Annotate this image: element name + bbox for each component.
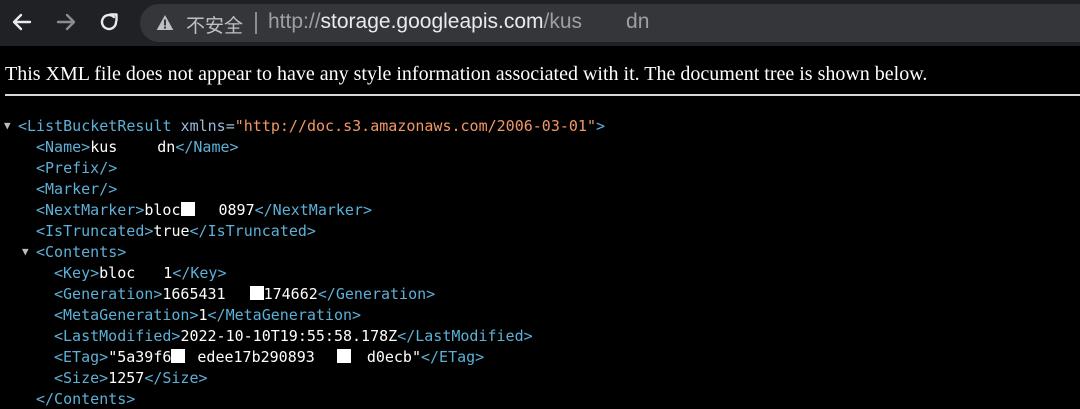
redaction-block [336,349,351,363]
arrow-right-icon [56,13,76,31]
style-info-message: This XML file does not appear to have an… [5,63,928,85]
name-value-end: dn [157,138,176,156]
etag-value-start: "5a39f6 [108,348,172,366]
redaction-block [180,202,195,216]
size-tag-close: </Size> [144,369,208,387]
size-tag-open: <Size> [54,369,109,387]
contents-tag-close: </Contents> [36,390,136,408]
address-bar[interactable]: 不安全 http://storage.googleapis.com/kus dn [140,4,1080,42]
xml-generation-line: <Generation>1665431 174662</Generation> [54,284,435,304]
istruncated-tag-close: </IsTruncated> [189,222,316,240]
xml-key-line: <Key>bloc 1</Key> [54,263,227,283]
xml-contents-open-line: <Contents> [36,242,126,262]
reload-button[interactable] [93,6,125,38]
reload-icon [100,13,118,31]
size-value: 1257 [108,369,145,387]
key-tag-open: <Key> [54,264,100,282]
etag-value-end: d0ecb" [366,348,421,366]
arrow-left-icon [12,13,32,31]
etag-tag-open: <ETag> [54,348,109,366]
nextmarker-tag-close: </NextMarker> [254,201,373,219]
omnibox-divider [255,12,257,34]
back-button[interactable] [6,6,38,38]
nextmarker-value-start: bloc [144,201,181,219]
xml-root-open-line: <ListBucketResult xmlns="http://doc.s3.a… [18,116,605,136]
collapse-contents-toggle[interactable]: ▼ [22,242,34,262]
name-value-start: kus [90,138,118,156]
browser-toolbar: 不安全 http://storage.googleapis.com/kus dn [0,0,1080,46]
url-scheme: http:// [268,10,321,33]
xml-name-line: <Name>kus dn</Name> [36,137,239,157]
info-divider [5,94,1080,96]
nextmarker-tag-open: <NextMarker> [36,201,145,219]
xml-prefix-line: <Prefix/> [36,158,117,178]
xml-etag-line: <ETag>"5a39f6 edee17b290893 d0ecb"</ETag> [54,347,484,367]
key-value-start: bloc [99,264,136,282]
lastmodified-tag-open: <LastModified> [54,327,181,345]
redaction-block [249,286,264,300]
xml-metageneration-line: <MetaGeneration>1</MetaGeneration> [54,305,361,325]
metageneration-tag-open: <MetaGeneration> [54,306,199,324]
xml-marker-line: <Marker/> [36,179,117,199]
root-tag-bracket: > [595,117,606,135]
generation-value-end: 174662 [263,285,318,303]
generation-value-start: 1665431 [162,285,226,303]
name-tag-open: <Name> [36,138,91,156]
lastmodified-tag-close: </LastModified> [397,327,533,345]
warning-triangle-icon[interactable] [156,14,174,31]
etag-tag-close: </ETag> [421,348,485,366]
xml-istruncated-line: <IsTruncated>true</IsTruncated> [36,221,316,241]
url-path-end: dn [626,10,650,33]
xml-viewer: This XML file does not appear to have an… [0,46,1080,408]
prefix-tag: <Prefix/> [36,159,118,177]
etag-value-mid: edee17b290893 [197,348,315,366]
contents-tag-open: <Contents> [36,243,127,261]
root-attr-value: "http://doc.s3.amazonaws.com/2006-03-01" [234,117,596,135]
marker-tag: <Marker/> [36,180,118,198]
xml-contents-close-line: </Contents> [36,389,135,409]
root-attr-name: xmlns= [171,117,235,135]
url-host: storage.googleapis.com [320,10,544,33]
name-tag-close: </Name> [175,138,239,156]
key-value-end: 1 [163,264,173,282]
istruncated-value: true [153,222,190,240]
metageneration-value: 1 [198,306,208,324]
xml-size-line: <Size>1257</Size> [54,368,208,388]
key-tag-close: </Key> [172,264,227,282]
metageneration-tag-close: </MetaGeneration> [207,306,362,324]
xml-lastmodified-line: <LastModified>2022-10-10T19:55:58.178Z</… [54,326,533,346]
root-tag-open: <ListBucketResult [18,117,172,135]
redaction-block [171,349,186,363]
generation-tag-close: </Generation> [317,285,436,303]
security-status-label[interactable]: 不安全 [186,11,243,38]
url-path-start: /kus [543,10,583,33]
xml-nextmarker-line: <NextMarker>bloc 0897</NextMarker> [36,200,372,220]
lastmodified-value: 2022-10-10T19:55:58.178Z [180,327,398,345]
istruncated-tag-open: <IsTruncated> [36,222,154,240]
url-redaction [582,12,627,30]
collapse-root-toggle[interactable]: ▼ [4,116,16,136]
nextmarker-value-end: 0897 [218,201,255,219]
url-text[interactable]: http://storage.googleapis.com/kus dn [268,10,649,34]
generation-tag-open: <Generation> [54,285,163,303]
forward-button[interactable] [50,6,82,38]
